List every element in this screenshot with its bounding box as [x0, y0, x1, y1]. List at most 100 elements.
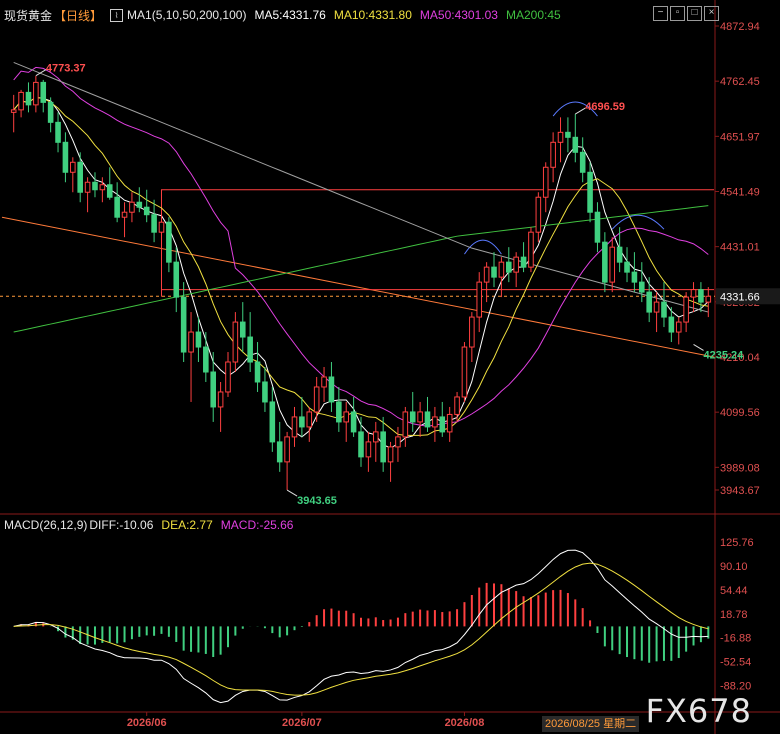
candle-body [136, 201, 143, 208]
candle-body [424, 411, 431, 428]
candle-body [343, 411, 350, 423]
candle-body [77, 161, 83, 193]
trend-line [1, 216, 715, 358]
symbol-title: 现货黄金 [4, 8, 53, 23]
candle-body [55, 121, 61, 143]
macd-tick-label: 18.78 [720, 609, 748, 621]
macd-tick-label: 125.76 [720, 537, 754, 549]
candle-body [439, 416, 446, 433]
price-tick-label: 3943.67 [720, 485, 760, 497]
candle-body [62, 141, 69, 173]
candle-body [557, 131, 564, 143]
candle-body [535, 196, 542, 233]
candle-body [365, 441, 372, 458]
candle-body [336, 401, 342, 423]
chart-header: 现货黄金 【日线】 ⌇ MA1(5,10,50,200,100) MA5:433… [4, 6, 561, 24]
macd-settings-label[interactable]: MACD(26,12,9) [4, 518, 87, 534]
candle-body [299, 416, 305, 428]
indicator-icon[interactable]: ⌇ [110, 8, 124, 22]
price-tick-label: 4872.94 [720, 21, 760, 33]
candle-body [520, 256, 527, 268]
candle-body [129, 201, 135, 213]
ma50-value: MA50:4301.03 [419, 8, 498, 22]
candle-body [616, 246, 623, 263]
restore-icon[interactable]: ▫ [670, 6, 685, 21]
close-icon[interactable]: × [704, 6, 719, 21]
candle-body [380, 431, 386, 463]
candle-body [40, 81, 47, 103]
candle-body [195, 331, 202, 348]
candle-body [18, 91, 24, 111]
maximize-icon[interactable]: □ [687, 6, 702, 21]
price-chart[interactable]: 4872.944762.454651.974541.494431.014320.… [0, 0, 780, 734]
candle-body [203, 346, 209, 373]
ma200-value: MA200:45 [505, 8, 561, 22]
macd-tick-label: 54.44 [720, 585, 748, 597]
candle-body [158, 221, 165, 233]
candle-body [92, 181, 98, 191]
macd-diff-value: DIFF:-10.06 [89, 518, 154, 532]
candle-body [476, 281, 483, 318]
macd-dea-value: DEA:2.77 [161, 518, 213, 532]
candle-body [143, 206, 150, 216]
macd-tick-label: -88.20 [720, 680, 751, 692]
candle-body [232, 321, 239, 363]
candle-body [587, 171, 593, 213]
candle-body [254, 361, 261, 383]
candle-body [188, 331, 194, 353]
resistance-box [160, 189, 714, 297]
price-tick-label: 3989.08 [720, 462, 760, 474]
candle-body [99, 184, 106, 191]
candle-body [609, 246, 616, 283]
ma5-value: MA5:4331.76 [254, 8, 326, 22]
price-annotation: 4773.37 [46, 63, 86, 75]
candle-body [542, 166, 549, 198]
macd-hist-value: MACD:-25.66 [220, 518, 294, 532]
candle-body [269, 401, 276, 443]
candle-body [483, 266, 490, 283]
candle-body [151, 214, 157, 233]
period-label[interactable]: 【日线】 [54, 7, 102, 24]
candle-body [225, 361, 231, 393]
candle-body [239, 321, 246, 338]
candle-body [114, 196, 120, 218]
candle-body [358, 431, 364, 458]
candle-body [653, 301, 660, 313]
candle-body [550, 141, 556, 168]
cursor-date-label: 2026/08/25 星期二 [542, 716, 640, 732]
candle-body [372, 431, 379, 443]
macd-header: MACD(26,12,9) DIFF:-10.06 DEA:2.77 MACD:… [4, 518, 293, 534]
candle-body [106, 184, 113, 198]
price-tick-label: 4099.56 [720, 407, 760, 419]
candle-body [262, 381, 268, 403]
candle-body [306, 411, 313, 428]
candle-body [505, 261, 512, 273]
price-tick-label: 4651.97 [720, 131, 760, 143]
candle-body [395, 436, 401, 448]
time-tick-label: 2026/06 [127, 717, 167, 729]
candle-body [313, 386, 320, 413]
minus-icon[interactable]: − [653, 6, 668, 21]
price-tick-label: 4431.01 [720, 242, 760, 254]
candle-body [70, 161, 76, 173]
candle-body [631, 271, 638, 283]
candle-body [180, 296, 187, 353]
time-tick-label: 2026/08 [445, 717, 485, 729]
price-annotation: 4235.24 [704, 349, 745, 361]
candle-body [350, 411, 357, 433]
candle-body [217, 391, 224, 408]
candle-body [210, 371, 217, 408]
candle-body [579, 151, 586, 173]
fx678-watermark: FX678 [645, 692, 752, 730]
candle-body [565, 131, 571, 138]
candle-body [513, 256, 519, 273]
price-annotation: 4696.59 [585, 101, 625, 113]
candle-body [33, 81, 39, 106]
candle-body [675, 321, 682, 333]
annotation-leader [575, 107, 586, 115]
candle-body [173, 261, 180, 298]
candle-body [528, 231, 534, 268]
candle-body [10, 109, 17, 113]
candle-body [602, 241, 608, 283]
ma-settings-label[interactable]: MA1(5,10,50,200,100) [127, 8, 246, 22]
